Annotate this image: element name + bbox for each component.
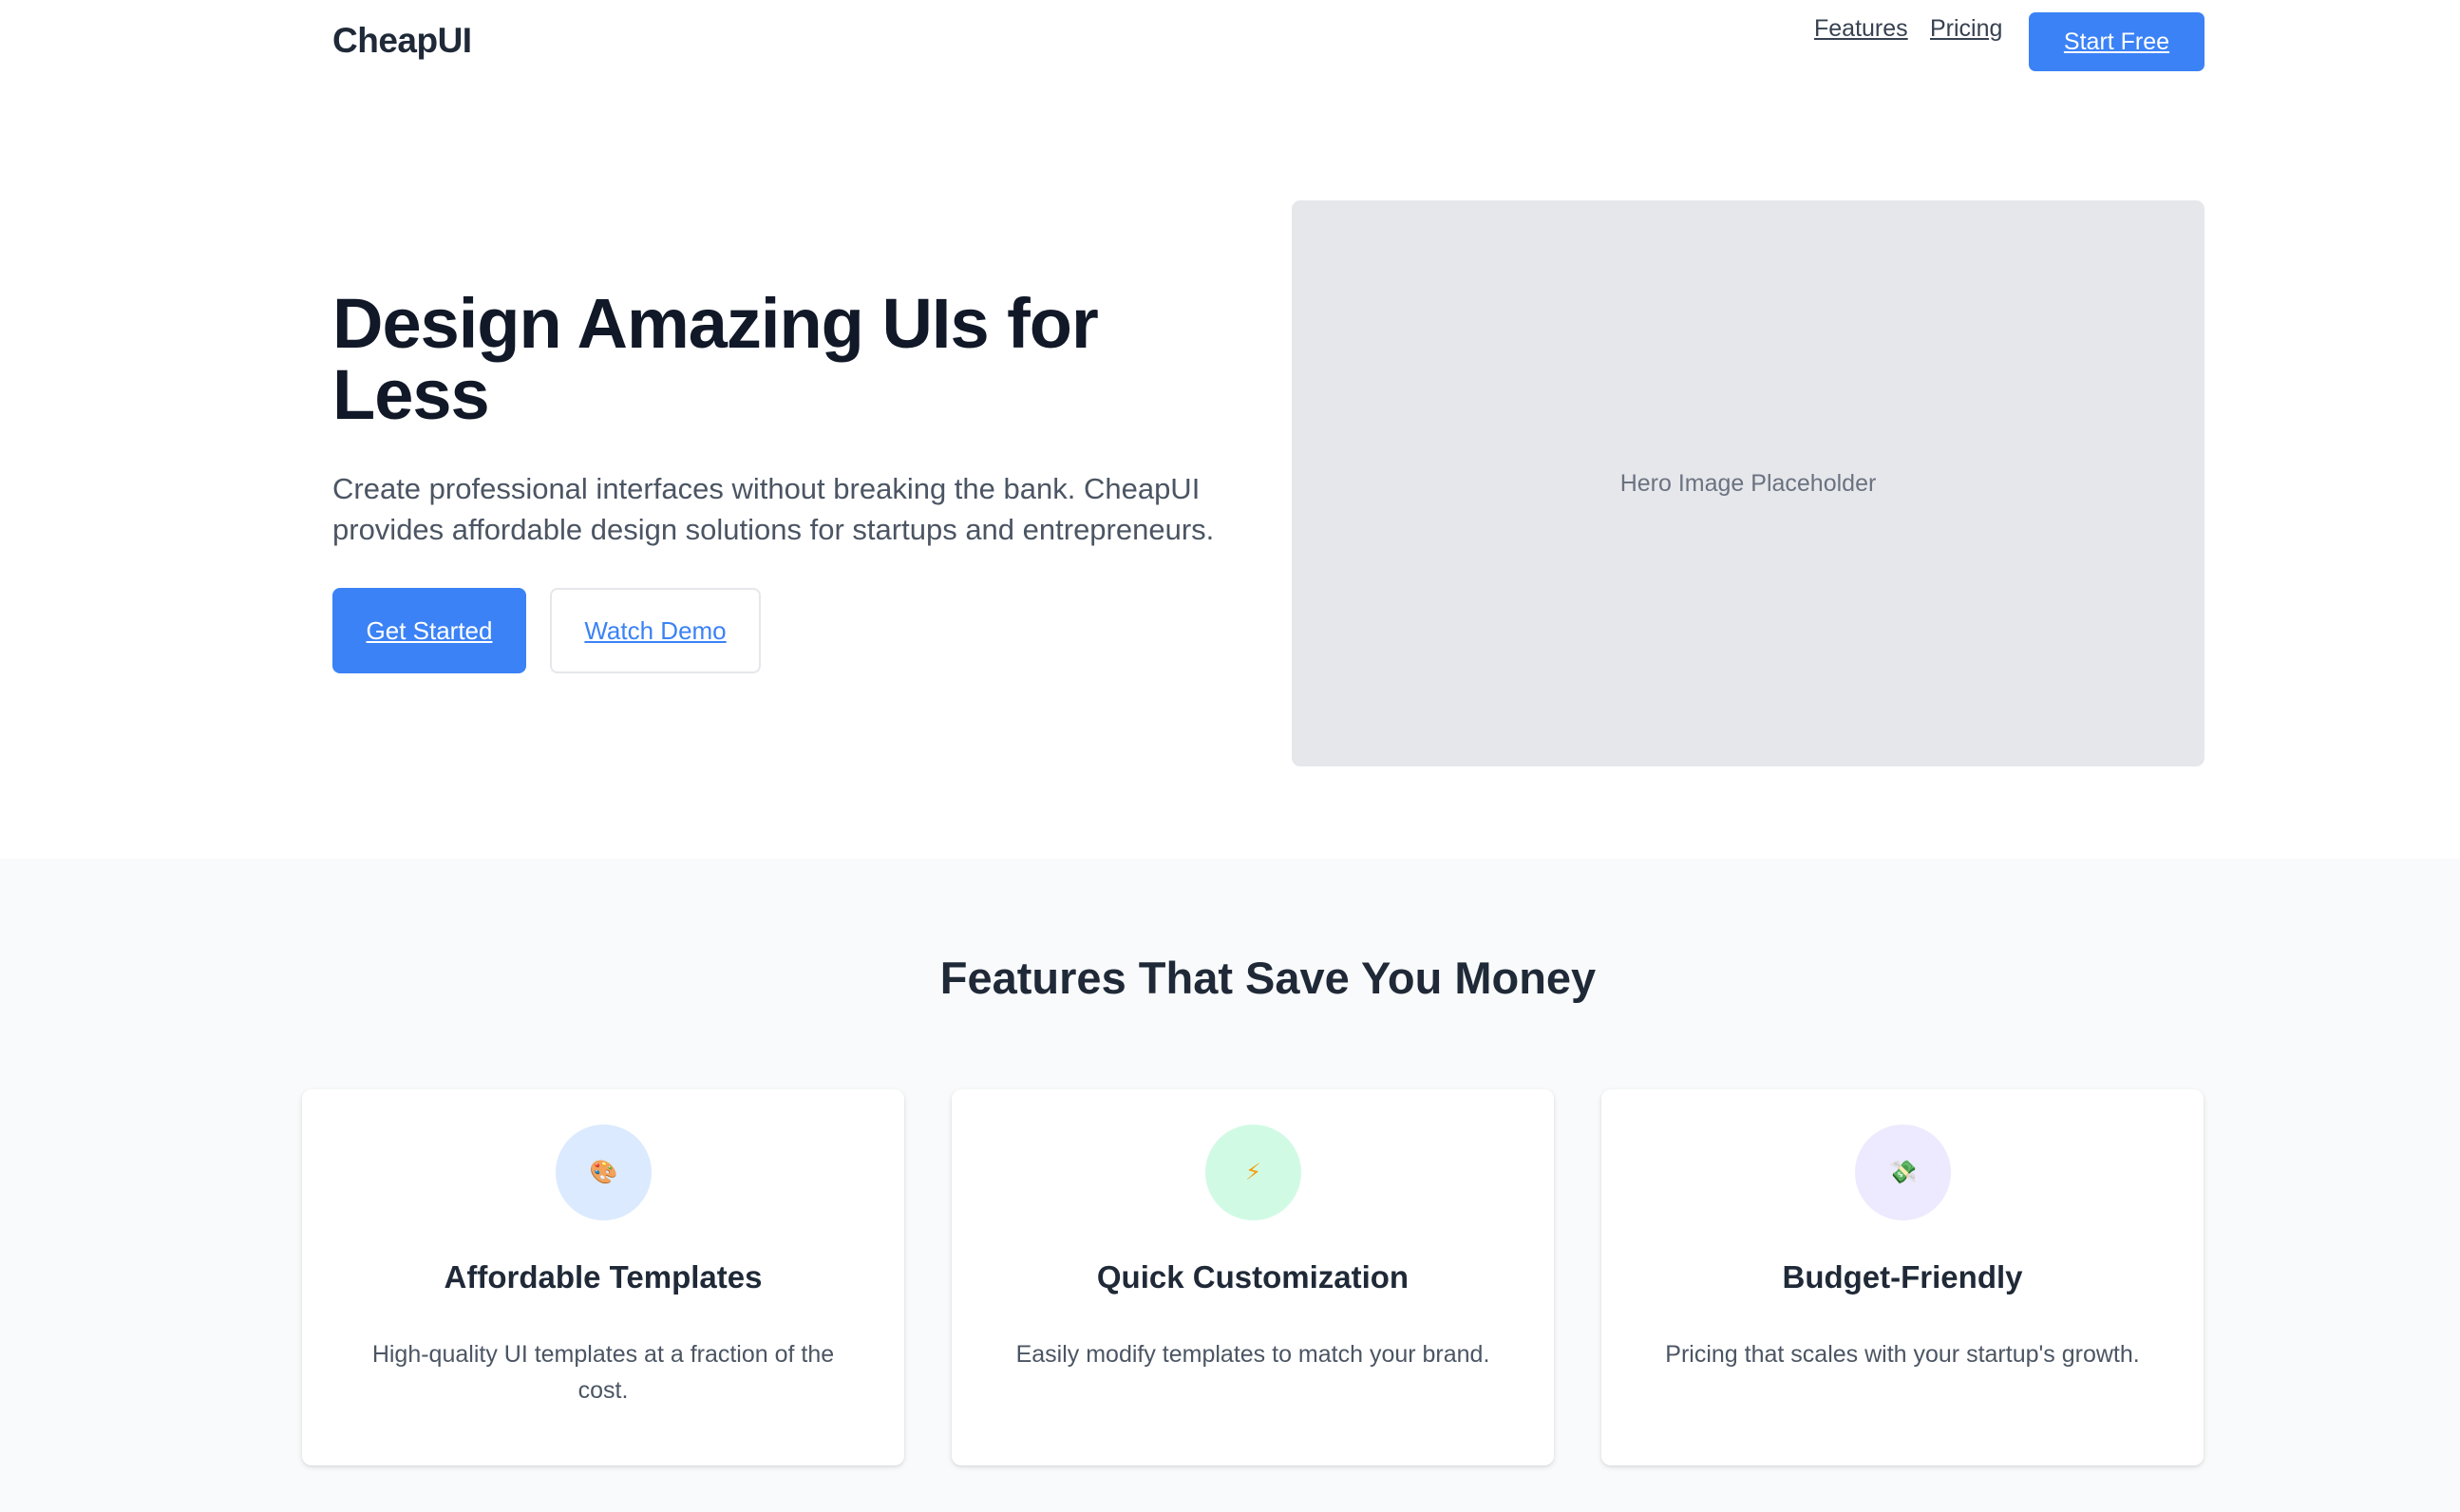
start-free-button[interactable]: Start Free xyxy=(2029,12,2205,71)
palette-icon: 🎨 xyxy=(556,1125,652,1220)
feature-card-quick-customization: ⚡ Quick Customization Easily modify temp… xyxy=(952,1089,1554,1465)
feature-card-description: High-quality UI templates at a fraction … xyxy=(371,1341,835,1404)
feature-card-budget-friendly: 💸 Budget-Friendly Pricing that scales wi… xyxy=(1601,1089,2204,1465)
site-header: CheapUI Features Pricing Start Free xyxy=(0,0,2460,85)
nav-link-pricing[interactable]: Pricing xyxy=(1930,15,2002,43)
watch-demo-button[interactable]: Watch Demo xyxy=(550,588,761,673)
feature-card-title: Affordable Templates xyxy=(444,1259,763,1295)
money-icon: 💸 xyxy=(1855,1125,1951,1220)
hero-description: Create professional interfaces without b… xyxy=(332,472,1215,546)
hero-image-placeholder: Hero Image Placeholder xyxy=(1292,200,2205,766)
get-started-button[interactable]: Get Started xyxy=(332,588,526,673)
lightning-icon: ⚡ xyxy=(1205,1125,1301,1220)
feature-card-affordable-templates: 🎨 Affordable Templates High-quality UI t… xyxy=(302,1089,904,1465)
features-title: Features That Save You Money xyxy=(939,953,1597,1003)
hero-image-label: Hero Image Placeholder xyxy=(1619,469,1877,497)
feature-card-title: Budget-Friendly xyxy=(1782,1259,2023,1295)
features-section: Features That Save You Money 🎨 Affordabl… xyxy=(0,859,2460,1512)
feature-card-description: Pricing that scales with your startup's … xyxy=(1665,1341,2140,1368)
feature-card-description: Easily modify templates to match your br… xyxy=(1015,1341,1490,1368)
nav-link-features[interactable]: Features xyxy=(1814,15,1908,43)
logo[interactable]: CheapUI xyxy=(332,21,472,61)
hero-title: Design Amazing UIs for Less xyxy=(332,284,1099,434)
feature-card-title: Quick Customization xyxy=(1096,1259,1410,1295)
